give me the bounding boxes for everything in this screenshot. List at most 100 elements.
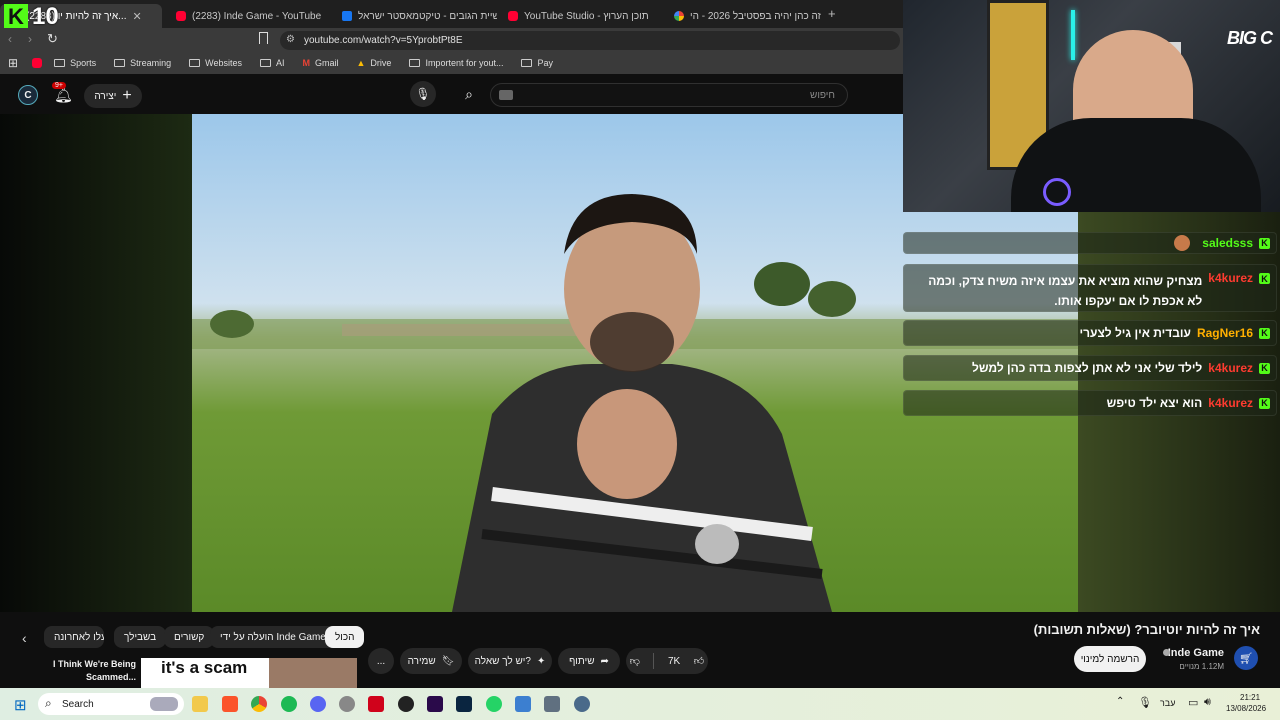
ask-button[interactable]: יש לך שאלה? ✦: [468, 648, 552, 674]
settings-icon[interactable]: [574, 696, 590, 712]
emote-icon: [1174, 235, 1191, 251]
viewer-count: 10: [32, 3, 59, 30]
like-dislike-group: 👎︎ 7K 👍︎: [626, 648, 708, 674]
tab-title: שלישיית הגובים - טיקטמאסטר ישראל: [358, 10, 497, 22]
subscribe-button[interactable]: הרשמה למינוי: [1074, 646, 1146, 672]
like-count[interactable]: 7K: [668, 656, 680, 667]
share-icon: ➦: [600, 655, 609, 667]
bookmark-drive[interactable]: ▲ Drive: [357, 58, 392, 68]
bookmark-icon[interactable]: [259, 32, 268, 44]
kick-badge-icon: K: [1259, 397, 1270, 409]
whatsapp-icon[interactable]: [486, 696, 502, 712]
ring-light-icon: [1043, 178, 1071, 206]
bookmark-websites[interactable]: Websites: [189, 58, 242, 68]
folder-icon: [259, 59, 271, 67]
browser-tab[interactable]: (2283) Inde Game - YouTube: [166, 4, 331, 28]
youtube-icon[interactable]: [32, 58, 43, 68]
chevron-up-icon[interactable]: ⌃: [1116, 696, 1124, 707]
settings-gear-icon[interactable]: [339, 696, 355, 712]
microphone-icon[interactable]: 🎙︎: [410, 81, 436, 107]
site-info-icon[interactable]: ⚙: [286, 34, 295, 45]
avatar[interactable]: C: [18, 85, 38, 105]
neon-light: [1071, 10, 1075, 60]
bookmark-streaming[interactable]: Streaming: [114, 58, 171, 68]
gmail-icon: M: [302, 58, 310, 68]
youtube-icon: [508, 11, 518, 21]
chrome-icon[interactable]: [251, 696, 267, 712]
recording-app-icon[interactable]: [368, 696, 384, 712]
bookmark-sports[interactable]: Sports: [54, 58, 96, 68]
browser-tab[interactable]: YouTube Studio - תוכן הערוץ: [498, 4, 663, 28]
chip-recent[interactable]: הועלו לאחרונה: [44, 626, 104, 648]
chip-all[interactable]: הכול: [325, 626, 365, 648]
next-video-thumbnail[interactable]: it's a scam: [141, 658, 357, 688]
new-tab-button[interactable]: +: [828, 6, 836, 21]
like-icon[interactable]: 👍︎: [694, 655, 704, 667]
thumbnail-text: it's a scam: [161, 658, 248, 677]
forward-icon[interactable]: ›: [28, 32, 32, 46]
create-button[interactable]: יצירה +: [84, 84, 142, 108]
chat-text: עובדית אין גיל לצערי: [1079, 326, 1191, 340]
bookmarks-bar: ⊞ Sports Streaming Websites AI M Gmail ▲ D…: [0, 52, 903, 74]
apps-grid-icon[interactable]: ⊞: [8, 56, 18, 70]
notepad-icon[interactable]: [515, 696, 531, 712]
back-icon[interactable]: ‹: [8, 32, 12, 46]
chip-related[interactable]: קשורים: [164, 626, 215, 648]
search-icon: ⌕: [45, 696, 52, 710]
tab-title: YouTube Studio - תוכן הערוץ: [524, 10, 649, 22]
close-tab-icon[interactable]: ✕: [133, 10, 142, 23]
spotify-icon[interactable]: [281, 696, 297, 712]
file-explorer-icon[interactable]: [192, 696, 208, 712]
bookmark-ai[interactable]: AI: [259, 58, 284, 68]
chat-username: k4kurez: [1208, 396, 1253, 410]
keyboard-icon[interactable]: [499, 90, 513, 100]
language-indicator[interactable]: עבר: [1160, 698, 1175, 708]
chat-text: לילד שלי אני לא אתן לצפות בדה כהן למשל: [971, 361, 1203, 375]
chip-for-you[interactable]: בשבילך: [114, 626, 167, 648]
youtube-icon: [176, 11, 186, 21]
verified-icon: [1163, 649, 1170, 656]
bookmark-important[interactable]: Importent for yout...: [409, 58, 503, 68]
photoshop-icon[interactable]: [456, 696, 472, 712]
network-icon[interactable]: ▭: [1188, 696, 1198, 709]
chat-message: K k4kurez הוא יצא ילד טיפש: [903, 390, 1277, 416]
youtube-header: C 🔔︎ 9+ יצירה + 🎙︎ ⌕ חיפוש: [0, 74, 903, 114]
clock-date[interactable]: 13/08/2026: [1226, 704, 1266, 713]
save-button[interactable]: שמירה 🔖︎: [400, 648, 462, 674]
kick-logo-icon: K: [4, 4, 28, 30]
discord-icon[interactable]: [310, 696, 326, 712]
address-bar-row: ‹ › ↻ ⚙ youtube.com/watch?v=5YprobtPt8E: [0, 28, 903, 52]
folder-icon: [54, 59, 66, 67]
bookmark-gmail[interactable]: M Gmail: [302, 58, 338, 68]
chevron-left-icon[interactable]: ‹: [22, 630, 27, 646]
kick-badge-icon: K: [1259, 237, 1270, 249]
search-icon[interactable]: ⌕: [456, 81, 482, 107]
chat-message: K saledsss: [903, 232, 1277, 254]
share-button[interactable]: שיתוף ➦: [558, 648, 620, 674]
taskbar-search[interactable]: ⌕ Search: [38, 693, 184, 715]
more-actions-button[interactable]: ...: [368, 648, 394, 674]
sparkle-icon: ✦: [536, 655, 546, 667]
chip-channel[interactable]: הועלה על ידי Inde Game: [210, 626, 336, 648]
premiere-icon[interactable]: [427, 696, 443, 712]
microphone-icon[interactable]: 🎙︎: [1138, 696, 1152, 709]
reload-icon[interactable]: ↻: [47, 31, 58, 47]
windows-start-icon[interactable]: ⊞: [14, 696, 27, 714]
bookmark-pay[interactable]: Pay: [521, 58, 553, 68]
browser-tab[interactable]: שלישיית הגובים - טיקטמאסטר ישראל: [332, 4, 497, 28]
next-video-title[interactable]: I Think We're Being Scammed...: [40, 658, 136, 684]
brave-icon[interactable]: [222, 696, 238, 712]
dislike-icon[interactable]: 👎︎: [630, 655, 640, 667]
calculator-icon[interactable]: [544, 696, 560, 712]
obs-icon[interactable]: [398, 696, 414, 712]
browser-tab[interactable]: האם זה כהן יהיה בפסטיבל 2026 - הי...: [664, 4, 824, 28]
volume-icon[interactable]: 🔊︎: [1204, 696, 1211, 709]
url-text: youtube.com/watch?v=5YprobtPt8E: [304, 35, 463, 46]
channel-name[interactable]: Inde Game: [1168, 647, 1224, 659]
kick-badge-icon: K: [1259, 273, 1270, 284]
windows-taskbar: ⊞ ⌕ Search ⌃ 🎙︎ עבר ▭ 🔊︎ 21:21 13/08/202…: [0, 688, 1280, 720]
search-input[interactable]: חיפוש: [490, 83, 848, 107]
url-input[interactable]: ⚙ youtube.com/watch?v=5YprobtPt8E: [280, 31, 900, 50]
clock-time[interactable]: 21:21: [1240, 693, 1260, 702]
channel-avatar[interactable]: 🛒︎: [1234, 646, 1258, 670]
